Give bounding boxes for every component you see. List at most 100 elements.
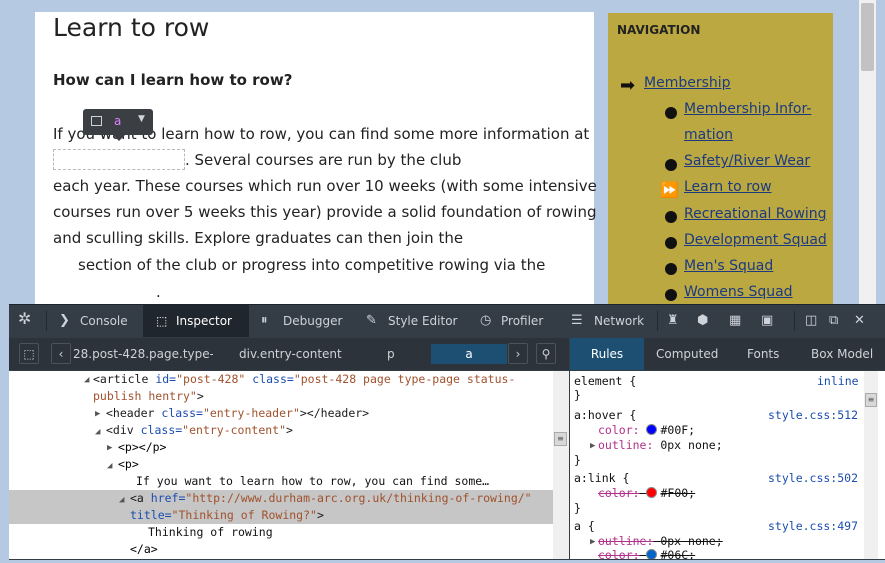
rule-selector-element[interactable]: element { <box>574 374 636 389</box>
color-swatch[interactable] <box>646 424 658 435</box>
chevron-down-icon[interactable]: ▼ <box>138 114 145 124</box>
stopwatch-icon: ◷ <box>480 313 492 328</box>
attr-value: publish hentry" <box>93 389 197 403</box>
tab-computed[interactable]: Computed <box>656 338 718 370</box>
scratchpad-icon[interactable]: ▣ <box>761 314 773 328</box>
property-value[interactable]: #00F; <box>660 423 695 437</box>
tab-profiler[interactable]: ◷ Profiler <box>471 305 557 337</box>
responsive-design-icon[interactable]: ▦ <box>729 314 741 328</box>
markup-scrollbar[interactable]: ≡ <box>553 371 569 559</box>
breadcrumb: ⬚ ‹ 28.post-428.page.type-pag div.entry-… <box>9 338 569 370</box>
rule-property-outline-overridden[interactable]: outline: 0px none; <box>598 534 723 549</box>
tab-console[interactable]: ❯ Console <box>47 305 131 337</box>
markup-node-div[interactable]: <div class="entry-content"> <box>106 422 293 439</box>
expanded-twisty-icon[interactable]: ◢ <box>107 461 112 471</box>
tab-label: Profiler <box>501 314 544 328</box>
markup-node-header[interactable]: <header class="entry-header"></header> <box>106 405 369 422</box>
tab-style-editor[interactable]: ✎ Style Editor <box>357 305 467 337</box>
tab-rules[interactable]: Rules <box>570 338 644 370</box>
markup-node-a-cont[interactable]: title="Thinking of Rowing?"> <box>130 507 324 524</box>
nav-link-recreational-rowing[interactable]: Recreational Rowing <box>684 206 827 222</box>
breadcrumb-item-article[interactable]: 28.post-428.page.type-pag <box>73 344 213 364</box>
collapsed-twisty-icon[interactable]: ▶ <box>590 441 595 451</box>
bullet-icon <box>665 211 677 223</box>
dock-side-icon[interactable]: ◫ <box>805 314 817 328</box>
rules-scrollbar-thumb[interactable]: ≡ <box>865 393 877 407</box>
markup-node-article[interactable]: <article id="post-428" class="post-428 p… <box>93 371 515 388</box>
paintbrush-icon[interactable]: ♜ <box>667 314 679 328</box>
tab-label: Debugger <box>283 314 343 328</box>
expanded-twisty-icon[interactable]: ◢ <box>95 427 100 437</box>
attr-name: class= <box>161 406 203 420</box>
rule-selector-link[interactable]: a:link { <box>574 471 629 486</box>
markup-node-a-close[interactable]: </a> <box>130 541 158 558</box>
collapsed-twisty-icon[interactable]: ▶ <box>107 443 112 453</box>
nav-link-safety[interactable]: Safety/River Wear <box>684 153 810 169</box>
markup-view: ◢ <article id="post-428" class="post-428… <box>9 371 553 559</box>
arrow-right-icon: ➡ <box>620 75 636 96</box>
property-value[interactable]: 0px none; <box>660 438 722 452</box>
markup-text-node[interactable]: Thinking of rowing <box>148 524 273 541</box>
breadcrumb-scroll-right-button[interactable]: › <box>508 343 528 364</box>
rule-property-color-overridden[interactable]: color: #F00; <box>598 486 695 501</box>
nav-link-membership-information-cont[interactable]: mation <box>684 127 733 143</box>
3d-view-icon[interactable]: ⬢ <box>697 314 708 328</box>
page-scrollbar-thumb[interactable] <box>861 3 874 71</box>
tab-inspector[interactable]: ⬚ Inspector <box>143 305 249 337</box>
markup-scrollbar-thumb[interactable]: ≡ <box>554 432 567 446</box>
markup-text-node[interactable]: If you want to learn how to row, you can… <box>136 473 489 490</box>
pick-element-button[interactable]: ⬚ <box>19 343 39 364</box>
rules-scrollbar[interactable]: ≡ <box>864 371 878 559</box>
separate-window-icon[interactable]: ⧉ <box>829 314 838 328</box>
collapsed-twisty-icon[interactable]: ▶ <box>590 537 595 547</box>
rule-source-link[interactable]: style.css:502 <box>768 471 858 485</box>
tab-network[interactable]: ☰ Network <box>561 305 653 337</box>
nav-link-development-squad[interactable]: Development Squad <box>684 232 827 248</box>
tab-label: Console <box>80 314 128 328</box>
tab-fonts[interactable]: Fonts <box>747 338 779 370</box>
paragraph-line: and sculling skills. Explore graduates c… <box>53 229 464 247</box>
collapsed-twisty-icon[interactable]: ▶ <box>95 409 100 419</box>
rule-property-color[interactable]: color: #00F; <box>598 423 695 438</box>
expanded-twisty-icon[interactable]: ◢ <box>84 375 89 385</box>
markup-node-a-selected[interactable]: <a href="http://www.durham-arc.org.uk/th… <box>130 490 532 507</box>
page-subtitle: How can I learn how to row? <box>53 71 293 89</box>
nav-link-learn-to-row[interactable]: Learn to row <box>684 179 772 195</box>
property-value[interactable]: #06C; <box>660 548 695 559</box>
nav-link-membership-information[interactable]: Membership Infor- <box>684 101 811 117</box>
breadcrumb-scroll-left-button[interactable]: ‹ <box>51 343 71 364</box>
markup-node-p-empty[interactable]: <p></p> <box>118 439 166 456</box>
color-swatch[interactable] <box>646 487 658 498</box>
search-icon[interactable]: ⚲ <box>536 343 556 364</box>
nav-link-membership[interactable]: Membership <box>644 75 731 91</box>
close-icon[interactable]: ✕ <box>854 314 865 328</box>
nav-link-womens-squad[interactable]: Womens Squad <box>684 284 793 300</box>
nav-link-mens-squad[interactable]: Men's Squad <box>684 258 773 274</box>
property-value[interactable]: 0px none; <box>660 534 722 548</box>
breadcrumb-item-p[interactable]: p <box>387 344 427 364</box>
breadcrumb-item-div[interactable]: div.entry-content <box>239 344 359 364</box>
expanded-twisty-icon[interactable]: ◢ <box>119 495 124 505</box>
paragraph-line: each year. These courses which run over … <box>53 177 597 195</box>
rule-selector-hover[interactable]: a:hover { <box>574 408 636 423</box>
rule-property-color-overridden[interactable]: color: #06C; <box>598 548 695 559</box>
bullet-icon <box>665 263 677 275</box>
markup-node-p[interactable]: <p> <box>118 456 139 473</box>
color-swatch[interactable] <box>646 549 658 559</box>
breadcrumb-item-a[interactable]: a <box>431 344 507 364</box>
attr-value: "Thinking of Rowing?" <box>171 508 317 522</box>
tab-label: Inspector <box>176 314 232 328</box>
rule-source-inline[interactable]: inline <box>817 374 859 388</box>
gear-icon[interactable]: ✲ <box>18 311 31 327</box>
tab-debugger[interactable]: ⏸ Debugger <box>249 305 345 337</box>
tab-box-model[interactable]: Box Model <box>811 338 873 370</box>
rule-property-outline[interactable]: outline: 0px none; <box>598 438 723 453</box>
rule-source-link[interactable]: style.css:512 <box>768 408 858 422</box>
rule-close: } <box>574 388 581 402</box>
tag-name: <a <box>130 491 151 505</box>
property-value[interactable]: #F00; <box>660 486 695 500</box>
rule-source-link[interactable]: style.css:497 <box>768 519 858 533</box>
pick-element-icon[interactable] <box>91 116 102 126</box>
rule-selector-a[interactable]: a { <box>574 519 595 534</box>
pause-icon: ⏸ <box>261 313 268 328</box>
